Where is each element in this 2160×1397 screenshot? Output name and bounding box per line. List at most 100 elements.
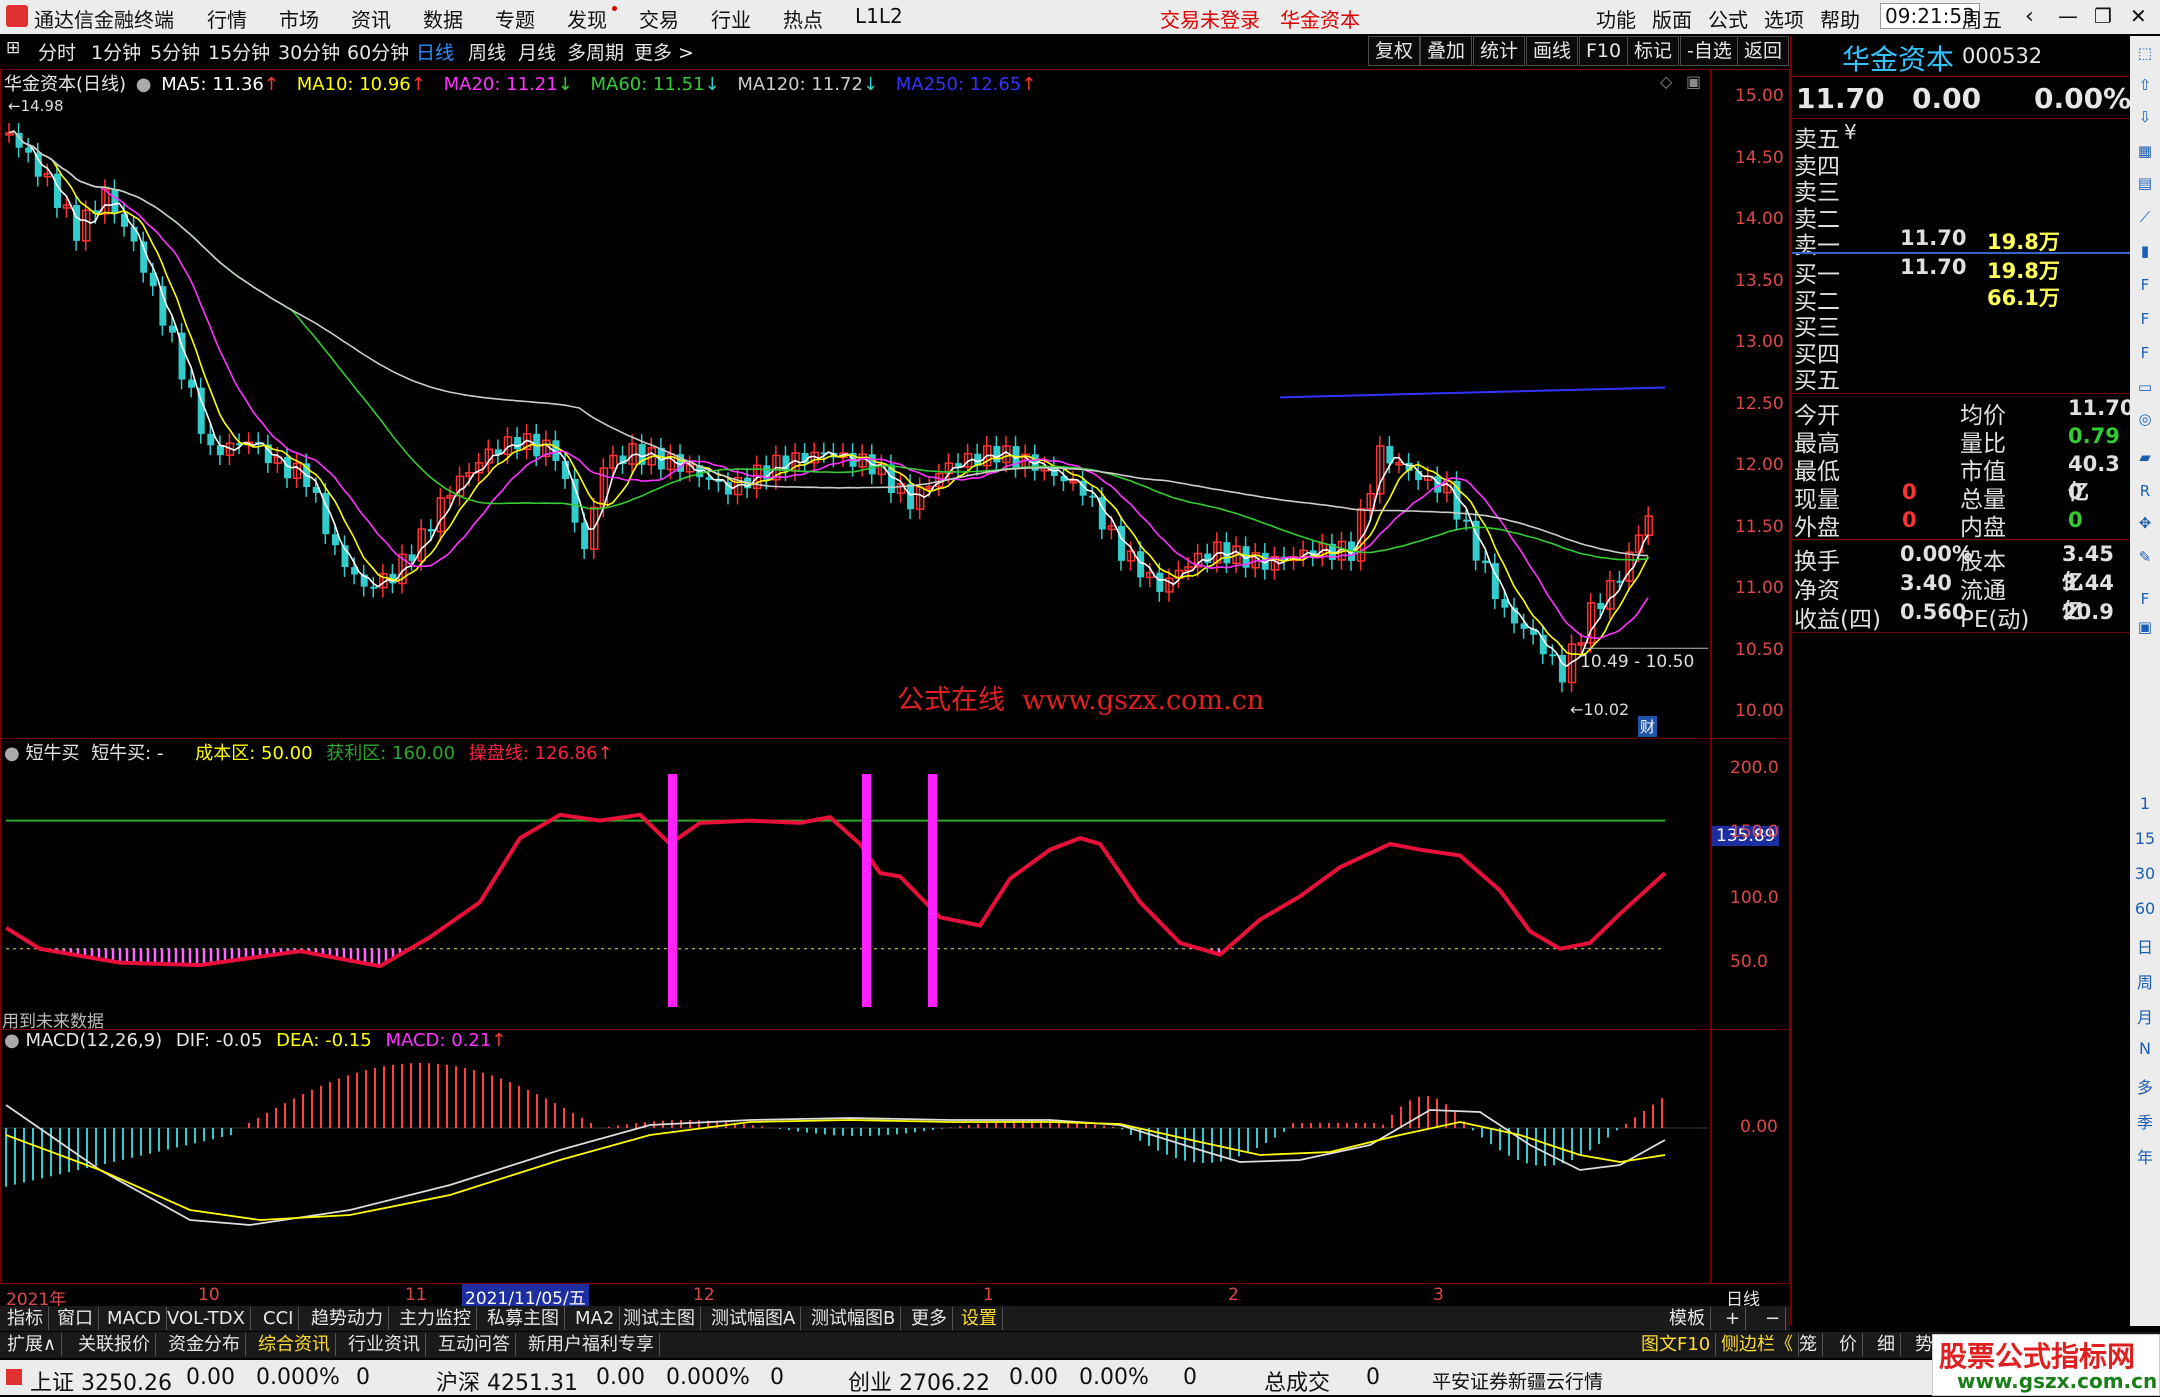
f2-icon[interactable]: F (2134, 342, 2156, 364)
minimize-icon[interactable]: — (2058, 4, 2078, 28)
ext-tab-4[interactable]: 行业资讯 (343, 1333, 426, 1356)
ext-tab-6[interactable]: 新用户福利专享 (523, 1333, 660, 1356)
target-icon[interactable]: ◎ (2134, 408, 2156, 430)
back-arrow-icon[interactable]: ‹ (2025, 4, 2034, 29)
rsi-icon[interactable]: R (2134, 480, 2156, 502)
ext-tab-2[interactable]: 资金分布 (163, 1333, 246, 1356)
tab-4[interactable]: CCI (258, 1307, 300, 1330)
ext-tab-right-0[interactable]: 图文F10 (1636, 1333, 1717, 1356)
tab-5[interactable]: 趋势动力 (306, 1307, 389, 1330)
menu-xuanxiang[interactable]: 选项 (1764, 4, 1804, 33)
menu-faxian[interactable]: 发现 (567, 4, 607, 33)
btn-f10[interactable]: F10 (1579, 36, 1629, 66)
grid-icon[interactable]: ▤ (2134, 172, 2156, 194)
list-icon[interactable]: ▦ (2134, 140, 2156, 162)
period-weekly[interactable]: 周线 (468, 38, 506, 65)
sidebar-period-10[interactable]: 年 (2134, 1144, 2156, 1168)
ext-tab-right-4[interactable]: 细 (1872, 1333, 1901, 1356)
menu-zhuanti[interactable]: 专题 (495, 4, 535, 33)
broker-name[interactable]: 平安证券新疆云行情 (1432, 1367, 1603, 1394)
panel-close-icon[interactable]: ▣ (1686, 72, 1701, 91)
tab-8[interactable]: MA2 (570, 1307, 621, 1330)
move-icon[interactable]: ✥ (2134, 512, 2156, 534)
ext-tab-3[interactable]: 综合资讯 (253, 1333, 336, 1356)
btn-fanhui[interactable]: 返回 (1737, 36, 1790, 66)
finance-badge[interactable]: 财 (1638, 716, 1658, 737)
sidebar-period-0[interactable]: 1 (2134, 794, 2156, 813)
sidebar-period-6[interactable]: 月 (2134, 1004, 2156, 1028)
sidebar-period-2[interactable]: 30 (2134, 864, 2156, 883)
menu-gongneng[interactable]: 功能 (1596, 4, 1636, 33)
period-multi[interactable]: 多周期 (567, 38, 624, 65)
tab-10[interactable]: 测试幅图A (706, 1307, 802, 1330)
period-30min[interactable]: 30分钟 (278, 38, 340, 65)
menu-shuju[interactable]: 数据 (423, 4, 463, 33)
btn-fuquan[interactable]: 复权 (1368, 36, 1421, 66)
fi-icon[interactable]: F (2134, 308, 2156, 330)
sidebar-period-7[interactable]: N (2134, 1039, 2156, 1058)
tab-6[interactable]: 主力监控 (394, 1307, 477, 1330)
kline-icon[interactable]: ▮ (2134, 240, 2156, 262)
tab-0[interactable]: 指标 (2, 1307, 49, 1330)
trade-login-status[interactable]: 交易未登录 (1160, 4, 1260, 33)
btn-tongji[interactable]: 统计 (1473, 36, 1526, 66)
sidebar-period-1[interactable]: 15 (2134, 829, 2156, 848)
settings-icon[interactable]: ● (136, 74, 152, 95)
indicator-chart[interactable] (0, 762, 1708, 1027)
grid2-icon[interactable]: ▣ (2134, 616, 2156, 638)
macd-chart[interactable] (0, 1050, 1708, 1280)
tab-13[interactable]: 设置 (956, 1307, 1003, 1330)
btn-diejia[interactable]: 叠加 (1420, 36, 1473, 66)
index-cy[interactable]: 创业 2706.22 (848, 1365, 990, 1397)
menu-l1l2[interactable]: L1L2 (855, 4, 903, 28)
doc-icon[interactable]: ▭ (2134, 376, 2156, 398)
chart-icon[interactable]: ⟋ (2134, 206, 2156, 228)
period-15min[interactable]: 15分钟 (208, 38, 270, 65)
menu-jiaoyi[interactable]: 交易 (639, 4, 679, 33)
period-fenshi[interactable]: 分时 (38, 38, 76, 65)
menu-hangqing[interactable]: 行情 (207, 4, 247, 33)
sidebar-period-3[interactable]: 60 (2134, 899, 2156, 918)
btn-huaxian[interactable]: 画线 (1526, 36, 1579, 66)
down-icon[interactable]: ⇩ (2134, 106, 2156, 128)
diamond-icon[interactable]: ◇ (1660, 72, 1672, 91)
ext-tab-1[interactable]: 关联报价 (73, 1333, 156, 1356)
period-60min[interactable]: 60分钟 (347, 38, 409, 65)
tab-right-2[interactable]: − (1760, 1307, 1787, 1330)
menu-shichang[interactable]: 市场 (279, 4, 319, 33)
menu-banmian[interactable]: 版面 (1652, 4, 1692, 33)
menu-bangzhu[interactable]: 帮助 (1820, 4, 1860, 33)
menu-redian[interactable]: 热点 (783, 4, 823, 33)
pen-icon[interactable]: ✎ (2134, 546, 2156, 568)
kline-chart[interactable] (0, 96, 1708, 736)
navigate-icon[interactable]: ⬚ (2134, 42, 2156, 64)
tab-2[interactable]: MACD (102, 1307, 167, 1330)
restore-icon[interactable]: ❐ (2094, 4, 2112, 28)
settings-icon[interactable]: ● (4, 1030, 20, 1051)
sidebar-period-4[interactable]: 日 (2134, 934, 2156, 958)
tab-12[interactable]: 更多 (906, 1307, 953, 1330)
settings-icon[interactable]: ● (4, 743, 20, 764)
period-daily[interactable]: 日线 (416, 38, 454, 65)
sidebar-period-8[interactable]: 多 (2134, 1074, 2156, 1098)
menu-zixun[interactable]: 资讯 (351, 4, 391, 33)
period-5min[interactable]: 5分钟 (150, 38, 200, 65)
ext-tab-right-3[interactable]: 价 (1834, 1333, 1863, 1356)
tab-9[interactable]: 测试主图 (618, 1307, 701, 1330)
btn-biaoji[interactable]: 标记 (1627, 36, 1680, 66)
sidebar-period-9[interactable]: 季 (2134, 1109, 2156, 1133)
close-icon[interactable]: ✕ (2130, 4, 2147, 28)
ext-tab-0[interactable]: 扩展∧ (2, 1333, 63, 1356)
index-sh[interactable]: 上证 3250.26 (30, 1365, 172, 1397)
period-more[interactable]: 更多 > (634, 38, 694, 65)
index-hs[interactable]: 沪深 4251.31 (436, 1365, 578, 1397)
tab-right-1[interactable]: + (1720, 1307, 1747, 1330)
menu-gongshi[interactable]: 公式 (1708, 4, 1748, 33)
btn-zixuan[interactable]: -自选 (1680, 36, 1739, 66)
ext-tab-5[interactable]: 互动问答 (433, 1333, 516, 1356)
sidebar-period-5[interactable]: 周 (2134, 969, 2156, 993)
tab-7[interactable]: 私募主图 (482, 1307, 565, 1330)
tab-11[interactable]: 测试幅图B (806, 1307, 902, 1330)
ext-tab-right-1[interactable]: 侧边栏《 (1716, 1333, 1799, 1356)
menu-hangye[interactable]: 行业 (711, 4, 751, 33)
